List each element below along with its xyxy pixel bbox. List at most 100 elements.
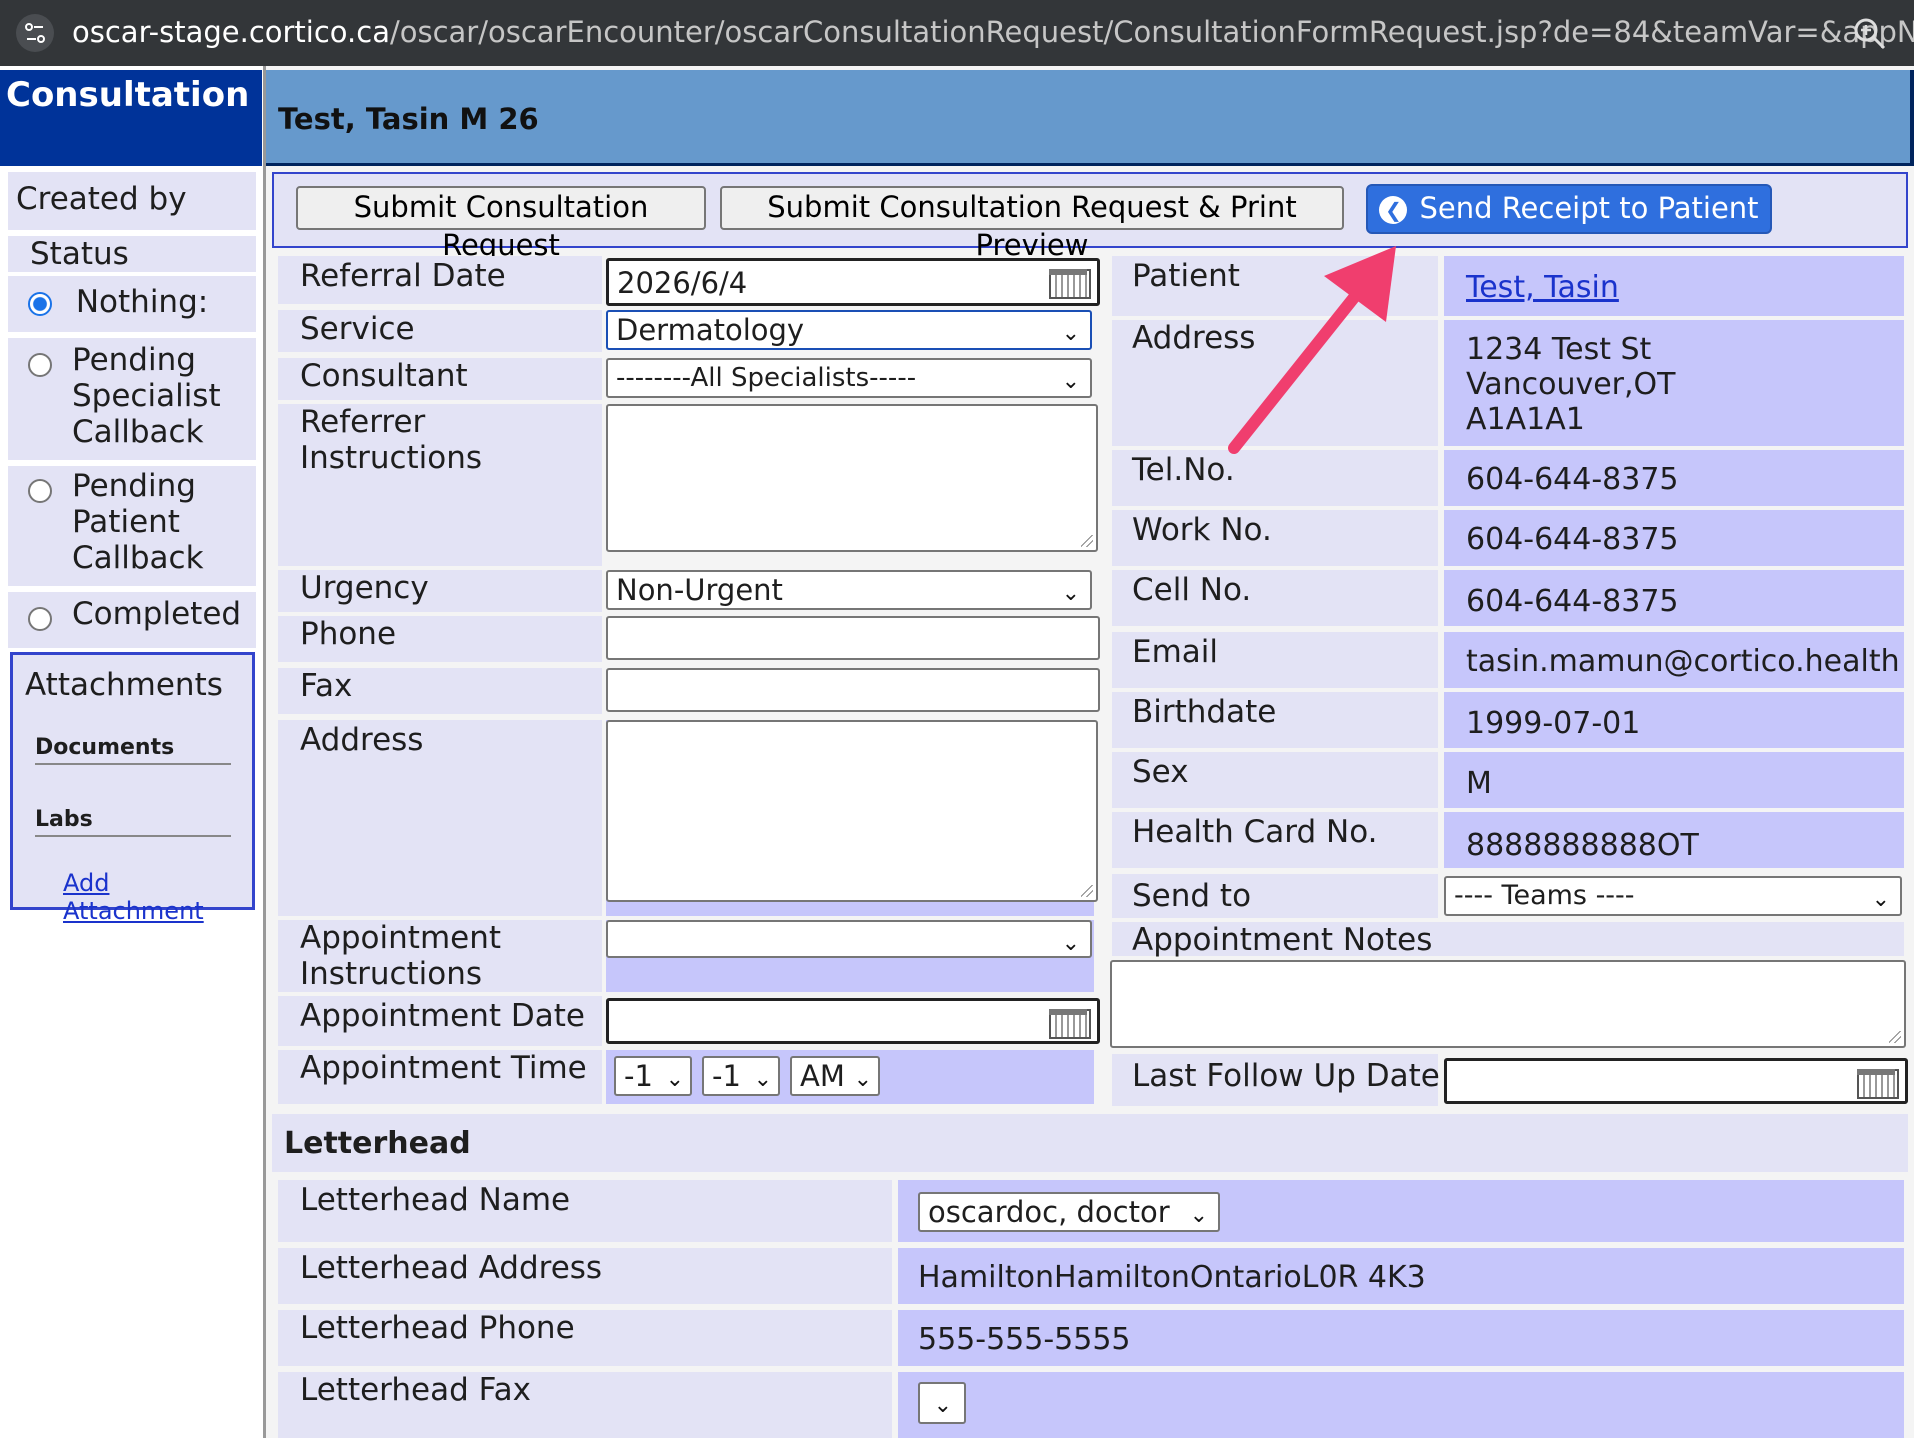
submit-print-preview-button[interactable]: Submit Consultation Request & Print Prev… [720,186,1344,262]
submit-consultation-button[interactable]: Submit Consultation Request [296,186,706,262]
resize-handle-icon[interactable] [1081,885,1093,897]
status-option-label: Pending Specialist Callback [72,342,221,450]
letterhead-phone-label: Letterhead Phone [300,1310,575,1346]
letterhead-section-title: Letterhead [284,1126,471,1161]
sex-value: M [1466,766,1492,801]
appointment-ampm-select[interactable]: AM ⌄ [790,1056,880,1096]
urgency-label: Urgency [300,570,429,606]
send-receipt-button[interactable]: ❮ Send Receipt to Patient [1366,184,1772,234]
sex-label: Sex [1132,754,1189,790]
patient-header: Test, Tasin M 26 [266,70,1914,166]
fax-label: Fax [300,668,353,704]
send-receipt-label: Send Receipt to Patient [1419,191,1759,225]
address-label: Address [300,722,424,758]
address-textarea[interactable] [606,720,1098,902]
status-option-pending-specialist[interactable]: Pending Specialist Callback [8,338,256,460]
letterhead-name-label: Letterhead Name [300,1182,571,1218]
email-label: Email [1132,634,1219,670]
last-follow-up-input[interactable] [1444,1058,1908,1104]
patient-title: Test, Tasin M 26 [278,102,539,136]
service-label: Service [300,311,415,347]
appointment-notes-label: Appointment Notes [1132,922,1433,958]
appointment-minute-value: -1 [712,1059,741,1093]
status-option-label: Completed [72,596,242,632]
health-card-label: Health Card No. [1132,814,1378,850]
birthdate-label: Birthdate [1132,694,1277,730]
radio-icon[interactable] [28,479,52,503]
appointment-hour-value: -1 [624,1059,653,1093]
chevron-down-icon: ⌄ [1189,1203,1208,1228]
appointment-notes-textarea[interactable] [1110,960,1906,1048]
url-text[interactable]: oscar-stage.cortico.ca/oscar/oscarEncoun… [72,12,1914,52]
referrer-instructions-label: Referrer Instructions [300,404,483,476]
health-card-value: 8888888888OT [1466,828,1699,863]
letterhead-name-select[interactable]: oscardoc, doctor ⌄ [918,1192,1220,1232]
send-to-select[interactable]: ---- Teams ---- ⌄ [1444,876,1902,916]
zoom-icon[interactable] [1852,16,1888,52]
letterhead-fax-label: Letterhead Fax [300,1372,531,1408]
status-option-pending-patient[interactable]: Pending Patient Callback [8,466,256,586]
status-option-nothing[interactable]: Nothing: [8,276,256,332]
cell-value: 604-644-8375 [1466,584,1679,619]
send-to-value: ---- Teams ---- [1454,880,1635,911]
chevron-down-icon: ⌄ [853,1067,872,1092]
url-host: oscar-stage.cortico.ca [72,15,390,49]
email-value: tasin.mamun@cortico.health [1466,644,1900,679]
cell-label: Cell No. [1132,572,1252,608]
urgency-select[interactable]: Non-Urgent ⌄ [606,570,1092,610]
attachments-title: Attachments [25,667,223,703]
birthdate-value: 1999-07-01 [1466,706,1641,741]
fax-input[interactable] [606,668,1100,712]
send-icon: ❮ [1379,196,1408,224]
chevron-down-icon: ⌄ [665,1067,684,1092]
last-follow-up-label: Last Follow Up Date [1132,1058,1440,1094]
documents-header: Documents [35,735,231,765]
calendar-icon[interactable] [1049,269,1091,299]
status-option-completed[interactable]: Completed [8,592,256,648]
status-option-label: Pending Patient Callback [72,468,204,576]
phone-input[interactable] [606,616,1100,660]
tel-value: 604-644-8375 [1466,462,1679,497]
appointment-date-input[interactable] [606,998,1100,1044]
url-path: /oscar/oscarEncounter/oscarConsultationR… [389,15,1914,49]
attachments-panel: Attachments Documents Labs Add Attachmen… [10,652,255,925]
patient-address-line1: 1234 Test St [1466,332,1652,367]
consultant-label: Consultant [300,358,468,394]
status-label: Status [8,236,256,272]
service-value: Dermatology [616,313,805,347]
radio-icon[interactable] [28,607,52,631]
chevron-down-icon: ⌄ [1061,321,1080,346]
browser-url-bar[interactable]: oscar-stage.cortico.ca/oscar/oscarEncoun… [0,0,1914,66]
chevron-down-icon: ⌄ [1871,887,1890,912]
letterhead-phone-value: 555-555-5555 [918,1322,1131,1357]
resize-handle-icon[interactable] [1081,535,1093,547]
calendar-icon[interactable] [1857,1069,1899,1099]
appointment-instructions-select[interactable]: ⌄ [606,920,1092,958]
radio-selected-icon[interactable] [28,291,52,316]
calendar-icon[interactable] [1049,1009,1091,1039]
site-settings-icon[interactable] [16,14,54,52]
service-select[interactable]: Dermatology ⌄ [606,310,1092,350]
chevron-down-icon: ⌄ [933,1393,952,1418]
referral-date-input[interactable]: 2026/6/4 [606,258,1100,306]
chevron-down-icon: ⌄ [1061,581,1080,606]
patient-address-line2: Vancouver,OT [1466,367,1676,402]
chevron-down-icon: ⌄ [753,1067,772,1092]
consultant-value: --------All Specialists----- [616,363,917,393]
appointment-minute-select[interactable]: -1 ⌄ [702,1056,780,1096]
letterhead-address-value: HamiltonHamiltonOntarioL0R 4K3 [918,1260,1426,1295]
send-to-label: Send to [1132,878,1252,914]
add-attachment-link[interactable]: Add Attachment [63,869,252,925]
resize-handle-icon[interactable] [1889,1031,1901,1043]
appointment-instructions-label: Appointment Instructions [300,920,502,992]
patient-name-link[interactable]: Test, Tasin [1466,270,1619,306]
created-by-label: Created by [8,172,256,230]
radio-icon[interactable] [28,353,52,377]
status-option-label: Nothing: [75,284,209,320]
letterhead-name-value: oscardoc, doctor [928,1195,1170,1229]
letterhead-fax-select[interactable]: ⌄ [918,1382,966,1424]
referrer-instructions-textarea[interactable] [606,404,1098,552]
work-label: Work No. [1132,512,1272,548]
appointment-hour-select[interactable]: -1 ⌄ [614,1056,692,1096]
consultant-select[interactable]: --------All Specialists----- ⌄ [606,358,1092,398]
